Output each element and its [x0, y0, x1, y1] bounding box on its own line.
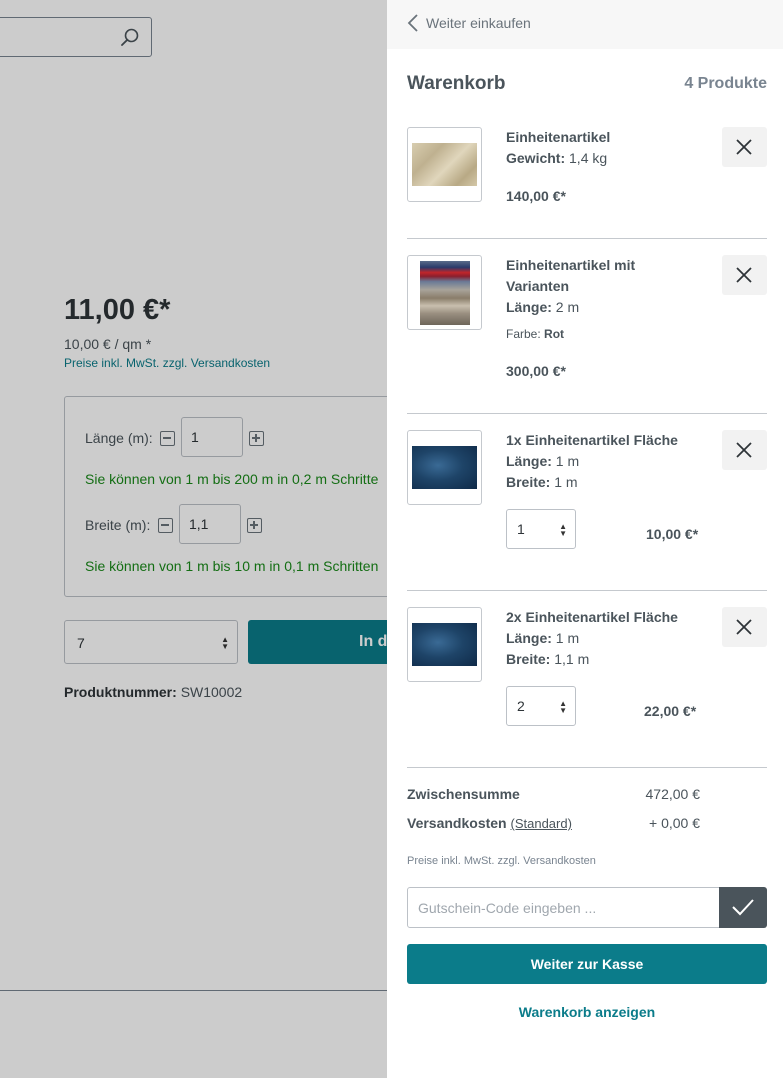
voucher-form: Gutschein-Code eingeben ... [407, 887, 767, 928]
item-name[interactable]: 2x Einheitenartikel Fläche [506, 607, 696, 628]
product-thumbnail[interactable] [407, 430, 482, 505]
attr-key: Breite: [506, 651, 551, 667]
attr-key: Breite: [506, 474, 551, 490]
item-attribute: Gewicht: 1,4 kg [506, 148, 607, 169]
remove-item-button[interactable] [722, 255, 767, 295]
remove-item-button[interactable] [722, 127, 767, 167]
close-icon [736, 442, 752, 458]
subtotal-value: 472,00 € [645, 786, 701, 802]
item-option: Farbe: Rot [506, 327, 564, 341]
quantity-value: 2 [517, 698, 525, 714]
attr-value: 1 m [555, 453, 580, 469]
checkout-button[interactable]: Weiter zur Kasse [407, 944, 767, 984]
attr-key: Länge: [506, 453, 552, 469]
attr-value: 2 m [555, 299, 580, 315]
close-icon [736, 619, 752, 635]
select-arrows-icon: ▲ ▼ [559, 522, 567, 538]
show-cart-link[interactable]: Warenkorb anzeigen [407, 1004, 767, 1020]
product-thumbnail[interactable] [407, 255, 482, 330]
offcanvas-cart: Weiter einkaufen Warenkorb 4 Produkte Ei… [387, 0, 783, 1078]
cart-top-bar: Weiter einkaufen [387, 0, 783, 49]
continue-shopping-label: Weiter einkaufen [426, 15, 531, 31]
item-price: 140,00 €* [506, 188, 566, 204]
item-name[interactable]: Einheitenartikel [506, 127, 696, 148]
item-price: 10,00 €* [646, 526, 699, 542]
tax-note: Preise inkl. MwSt. zzgl. Versandkosten [407, 855, 596, 867]
cart-line-item: Einheitenartikel Gewicht: 1,4 kg 140,00 … [407, 127, 767, 217]
item-attribute: Länge: 2 m [506, 297, 579, 318]
item-name[interactable]: Einheitenartikel mit Varianten [506, 255, 696, 297]
shipping-row: Versandkosten (Standard) + 0,00 € [407, 815, 707, 844]
item-name[interactable]: 1x Einheitenartikel Fläche [506, 430, 696, 451]
shipping-label: Versandkosten [407, 815, 507, 831]
voucher-submit-button[interactable] [719, 887, 767, 928]
quantity-select[interactable]: 1 ▲ ▼ [506, 509, 576, 549]
attr-value: 1 m [555, 630, 580, 646]
product-thumbnail[interactable] [407, 607, 482, 682]
divider [407, 767, 767, 768]
item-price: 22,00 €* [644, 703, 697, 719]
attr-key: Gewicht: [506, 150, 566, 166]
attr-key: Länge: [506, 630, 552, 646]
product-image [412, 446, 477, 489]
product-image [420, 261, 470, 325]
item-attribute: Breite: 1 m [506, 472, 578, 493]
cart-line-item: Einheitenartikel mit Varianten Länge: 2 … [407, 255, 767, 395]
quantity-value: 1 [517, 521, 525, 537]
cart-header: Warenkorb 4 Produkte [407, 73, 767, 95]
item-price: 300,00 €* [506, 363, 566, 379]
remove-item-button[interactable] [722, 430, 767, 470]
cart-line-item: 1x Einheitenartikel Fläche Länge: 1 m Br… [407, 430, 767, 570]
close-icon [736, 267, 752, 283]
voucher-input[interactable]: Gutschein-Code eingeben ... [407, 887, 720, 928]
divider [407, 413, 767, 414]
item-attribute: Länge: 1 m [506, 451, 579, 472]
item-attribute: Breite: 1,1 m [506, 649, 589, 670]
cart-totals: Zwischensumme 472,00 € Versandkosten (St… [407, 786, 707, 844]
option-value: Rot [544, 327, 565, 341]
continue-shopping-link[interactable]: Weiter einkaufen [407, 14, 531, 32]
attr-key: Länge: [506, 299, 552, 315]
attr-value: 1 m [554, 474, 578, 490]
select-arrows-icon: ▲ ▼ [559, 699, 567, 715]
checkmark-icon [732, 899, 754, 916]
chevron-left-icon [407, 14, 418, 32]
product-thumbnail[interactable] [407, 127, 482, 202]
product-image [412, 623, 477, 666]
shipping-value: + 0,00 € [649, 815, 700, 831]
cart-item-count: 4 Produkte [684, 75, 767, 92]
remove-item-button[interactable] [722, 607, 767, 647]
attr-value: 1,4 kg [569, 150, 608, 166]
subtotal-label: Zwischensumme [407, 786, 520, 802]
item-attribute: Länge: 1 m [506, 628, 579, 649]
product-image [412, 143, 477, 186]
shipping-method-link[interactable]: (Standard) [511, 816, 572, 831]
cart-line-item: 2x Einheitenartikel Fläche Länge: 1 m Br… [407, 607, 767, 747]
subtotal-row: Zwischensumme 472,00 € [407, 786, 707, 815]
option-label: Farbe: [506, 327, 541, 341]
quantity-select[interactable]: 2 ▲ ▼ [506, 686, 576, 726]
divider [407, 590, 767, 591]
divider [407, 238, 767, 239]
close-icon [736, 139, 752, 155]
attr-value: 1,1 m [554, 651, 590, 667]
